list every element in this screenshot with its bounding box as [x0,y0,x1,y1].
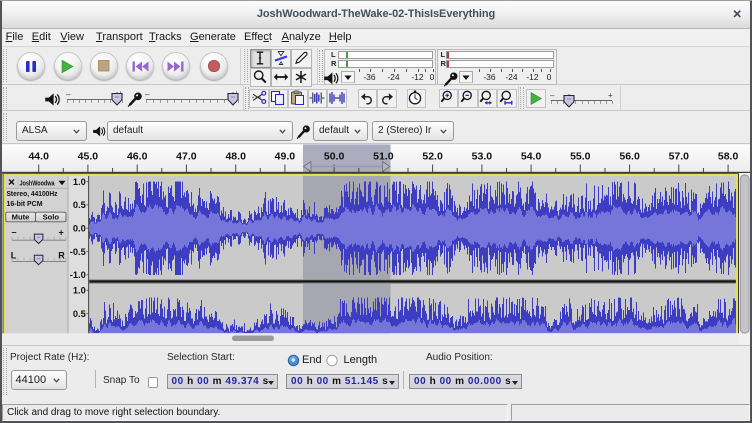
svg-text:–: – [12,227,17,237]
svg-text:1.0: 1.0 [73,177,86,187]
svg-text:Solo: Solo [43,213,60,222]
svg-text:1.0: 1.0 [73,286,86,296]
svg-text:-1.0: -1.0 [70,270,86,280]
svg-text:-0.5: -0.5 [70,247,86,257]
svg-text:0.5: 0.5 [73,200,86,210]
svg-text:16-bit PCM: 16-bit PCM [7,199,43,208]
svg-text:JoshWoodwa: JoshWoodwa [20,178,56,187]
svg-text:0.5: 0.5 [73,309,86,319]
svg-text:Stereo, 44100Hz: Stereo, 44100Hz [7,189,58,198]
svg-text:+: + [59,227,64,237]
svg-text:Mute: Mute [12,213,30,222]
svg-text:R: R [58,250,65,260]
svg-text:0.0: 0.0 [73,224,86,234]
